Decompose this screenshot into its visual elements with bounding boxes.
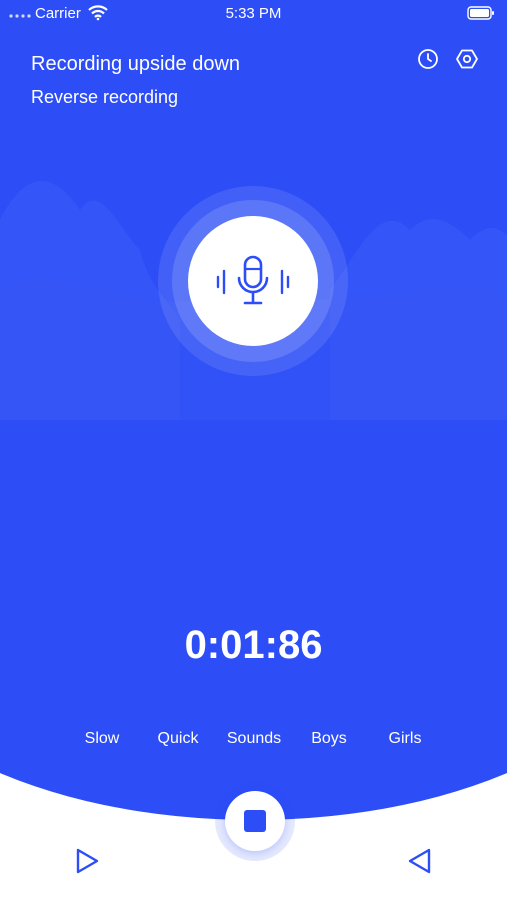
play-icon[interactable] xyxy=(72,846,102,876)
status-time: 5:33 PM xyxy=(225,5,282,22)
clock-icon[interactable] xyxy=(416,47,440,71)
stop-button[interactable] xyxy=(225,791,285,851)
effect-slow[interactable]: Slow xyxy=(85,730,120,748)
record-button[interactable] xyxy=(188,216,318,346)
stop-icon xyxy=(244,810,266,832)
settings-icon[interactable] xyxy=(455,47,479,71)
effect-sounds[interactable]: Sounds xyxy=(227,730,281,748)
recording-timer: 0:01:86 xyxy=(184,623,323,667)
status-bar: Carrier 5:33 PM xyxy=(0,0,507,28)
screen: Carrier 5:33 PM Recording upside down Re… xyxy=(0,0,507,900)
effect-girls[interactable]: Girls xyxy=(389,730,422,748)
effect-boys[interactable]: Boys xyxy=(311,730,347,748)
reverse-play-icon[interactable] xyxy=(405,846,435,876)
page-title: Recording upside down xyxy=(31,53,241,75)
microphone-icon xyxy=(216,255,290,305)
effect-quick[interactable]: Quick xyxy=(158,730,199,748)
battery-icon xyxy=(467,6,495,24)
reverse-recording-link[interactable]: Reverse recording xyxy=(31,87,178,108)
